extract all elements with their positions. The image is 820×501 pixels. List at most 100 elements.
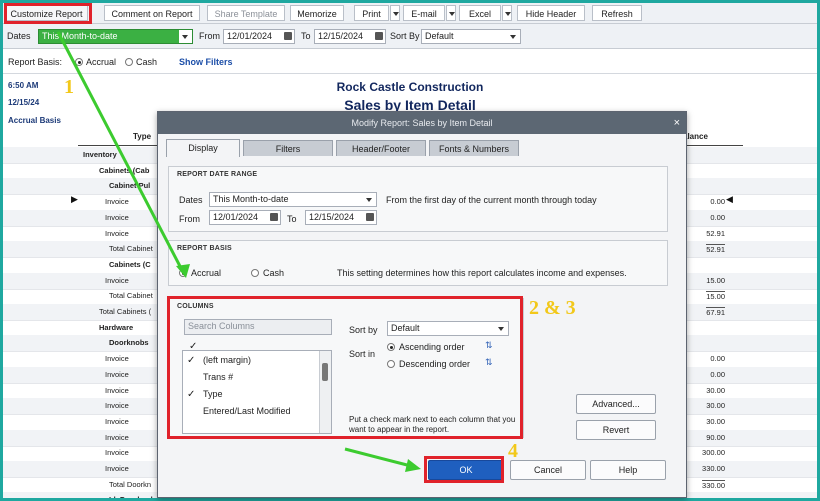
tab-fonts-numbers[interactable]: Fonts & Numbers — [429, 140, 519, 156]
report-date-range-title: REPORT DATE RANGE — [177, 171, 258, 178]
accrual-label: Accrual — [86, 57, 117, 67]
share-template-button[interactable]: Share Template — [207, 5, 285, 21]
dates-select-value: This Month-to-date — [42, 31, 118, 41]
dialog-from-label: From — [179, 214, 200, 224]
print-button[interactable]: Print — [354, 5, 389, 21]
row-amount: 67.91 — [706, 307, 725, 317]
email-dropdown-icon[interactable] — [446, 5, 456, 21]
cash-label: Cash — [136, 57, 158, 67]
to-label: To — [301, 31, 311, 41]
refresh-button[interactable]: Refresh — [592, 5, 642, 21]
row-amount: 0.00 — [710, 369, 725, 379]
highlight-customize-report — [4, 3, 92, 24]
report-basis: Accrual Basis — [8, 116, 61, 125]
row-label: Invoice — [105, 464, 129, 473]
annotation-step-4: 4 — [508, 440, 518, 462]
row-label: Invoice — [105, 275, 129, 285]
row-label: Invoice — [105, 385, 129, 395]
row-label: Invoice — [105, 432, 129, 442]
chevron-down-icon — [507, 30, 520, 43]
report-toolbar: Customize Report Comment on Report Share… — [3, 3, 817, 24]
print-dropdown-icon[interactable] — [390, 5, 400, 21]
dialog-from-date-input[interactable]: 12/01/2024 — [209, 210, 281, 225]
row-label: Total Doorkn — [109, 479, 152, 489]
calendar-icon[interactable] — [375, 32, 383, 40]
row-label: Invoice — [105, 416, 129, 426]
dialog-dates-value: This Month-to-date — [213, 194, 289, 204]
dates-select[interactable]: This Month-to-date — [38, 29, 193, 44]
from-label: From — [199, 31, 220, 41]
to-date-input[interactable]: 12/15/2024 — [314, 29, 386, 44]
row-amount: 0.00 — [710, 197, 725, 207]
row-amount: 330.00 — [702, 464, 725, 473]
row-label: Invoice — [105, 354, 129, 364]
row-amount: 15.00 — [706, 275, 725, 285]
row-label: Total Cabinet — [109, 291, 153, 301]
excel-dropdown-icon[interactable] — [502, 5, 512, 21]
row-amount: 0.00 — [710, 354, 725, 364]
from-date-value: 12/01/2024 — [227, 31, 273, 41]
calendar-icon[interactable] — [284, 32, 292, 40]
accrual-radio[interactable] — [75, 58, 83, 66]
row-label: Invoice — [105, 197, 129, 207]
dialog-from-date-value: 12/01/2024 — [213, 212, 259, 222]
row-amount: 52.91 — [706, 244, 725, 255]
sort-by-value: Default — [425, 31, 454, 41]
tab-filters[interactable]: Filters — [243, 140, 333, 156]
annotation-step-2-3: 2 & 3 — [529, 297, 576, 319]
row-amount: 300.00 — [702, 448, 725, 458]
row-amount: 30.00 — [706, 401, 725, 411]
report-basis-title: REPORT BASIS — [177, 245, 232, 252]
dialog-accrual-label: Accrual — [191, 268, 222, 278]
show-filters-link[interactable]: Show Filters — [179, 57, 233, 67]
highlight-ok — [424, 456, 504, 483]
row-amount: 30.00 — [706, 385, 725, 395]
cancel-button[interactable]: Cancel — [510, 460, 586, 480]
row-amount: 90.00 — [706, 432, 725, 442]
dialog-cash-label: Cash — [263, 268, 285, 278]
revert-button[interactable]: Revert — [576, 420, 656, 440]
dialog-title: Modify Report: Sales by Item Detail — [158, 112, 686, 134]
dialog-to-date-input[interactable]: 12/15/2024 — [305, 210, 377, 225]
close-icon[interactable]: × — [674, 112, 680, 134]
row-label: Invoice — [105, 212, 129, 222]
tab-header-footer[interactable]: Header/Footer — [336, 140, 426, 156]
report-basis-group: REPORT BASIS Accrual Cash This setting d… — [168, 240, 668, 286]
row-label: Invoice — [105, 228, 129, 238]
tab-display[interactable]: Display — [166, 139, 240, 157]
excel-button[interactable]: Excel — [459, 5, 501, 21]
row-label: Hardware — [99, 322, 134, 332]
chevron-down-icon — [363, 193, 376, 206]
row-label: Cabinets (Cab — [99, 165, 150, 175]
to-date-value: 12/15/2024 — [318, 31, 364, 41]
dialog-dates-select[interactable]: This Month-to-date — [209, 192, 377, 207]
sort-by-select[interactable]: Default — [421, 29, 521, 44]
memorize-button[interactable]: Memorize — [290, 5, 344, 21]
dates-label: Dates — [7, 31, 31, 41]
row-amount: 30.00 — [706, 416, 725, 426]
highlight-columns — [167, 296, 523, 439]
row-label: Doorknobs — [109, 338, 149, 348]
comment-on-report-button[interactable]: Comment on Report — [104, 5, 200, 21]
report-date-range-group: REPORT DATE RANGE Dates This Month-to-da… — [168, 166, 668, 232]
email-button[interactable]: E-mail — [403, 5, 445, 21]
row-amount: 52.91 — [706, 228, 725, 238]
advanced-button[interactable]: Advanced... — [576, 394, 656, 414]
hide-header-button[interactable]: Hide Header — [517, 5, 585, 21]
row-pointer-icon: ◀ — [726, 194, 733, 204]
row-label: Invoice — [105, 369, 129, 379]
calendar-icon[interactable] — [366, 213, 374, 221]
dialog-cash-radio[interactable] — [251, 269, 259, 277]
report-basis-label: Report Basis: — [8, 57, 63, 67]
row-label: Total Cabinets ( — [99, 307, 152, 316]
row-label: Inventory — [83, 150, 117, 159]
row-label: Invoice — [105, 448, 129, 458]
calendar-icon[interactable] — [270, 213, 278, 221]
help-button[interactable]: Help — [590, 460, 666, 480]
row-label: Invoice — [105, 401, 129, 411]
date-range-description: From the first day of the current month … — [386, 195, 597, 205]
cash-radio[interactable] — [125, 58, 133, 66]
dialog-accrual-radio[interactable] — [179, 269, 187, 277]
chevron-down-icon — [179, 30, 192, 43]
from-date-input[interactable]: 12/01/2024 — [223, 29, 295, 44]
